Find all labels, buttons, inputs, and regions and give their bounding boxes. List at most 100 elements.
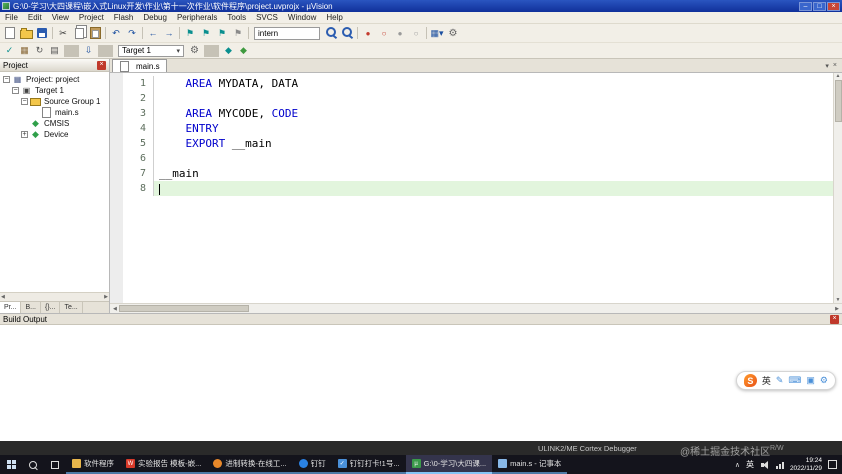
toolbox-icon[interactable]: ⚙ bbox=[820, 375, 828, 386]
tree-item-target1[interactable]: ▣ Target 1 bbox=[0, 85, 109, 96]
open-file-button[interactable] bbox=[18, 26, 34, 40]
project-panel-close-icon[interactable]: × bbox=[97, 60, 106, 70]
code-line[interactable]: 1 AREA MYDATA, DATA bbox=[110, 76, 833, 91]
scroll-left-icon[interactable]: ◀ bbox=[111, 306, 119, 312]
skin-icon[interactable]: ▣ bbox=[806, 375, 815, 386]
batch-build-button[interactable]: ▤ bbox=[47, 44, 62, 58]
build-output-close-icon[interactable]: × bbox=[830, 314, 839, 324]
tree-item-main-s[interactable]: main.s bbox=[0, 107, 109, 118]
panel-tab-books[interactable]: B... bbox=[21, 302, 41, 313]
tree-item-device[interactable]: ◆ Device bbox=[0, 129, 109, 140]
window-layout-button[interactable]: ▦▾ bbox=[429, 26, 445, 40]
bookmark-prev-button[interactable]: ⚑ bbox=[198, 26, 214, 40]
maximize-button[interactable]: □ bbox=[813, 1, 826, 11]
sogou-logo-icon[interactable]: S bbox=[743, 374, 757, 387]
hscroll-track[interactable] bbox=[118, 304, 833, 313]
volume-icon[interactable] bbox=[760, 460, 770, 470]
code-line[interactable]: 4 ENTRY bbox=[110, 121, 833, 136]
code-line[interactable]: 6 bbox=[110, 151, 833, 166]
start-button[interactable] bbox=[0, 455, 22, 474]
menu-item[interactable]: File bbox=[0, 12, 23, 24]
scroll-right-icon[interactable]: ▶ bbox=[833, 306, 841, 312]
tab-main-s[interactable]: main.s bbox=[112, 59, 167, 72]
save-button[interactable] bbox=[34, 26, 50, 40]
copy-button[interactable] bbox=[71, 26, 87, 40]
panel-tab-project[interactable]: Pr... bbox=[0, 302, 22, 313]
editor-hscrollbar[interactable]: ◀ ▶ bbox=[110, 303, 842, 313]
paste-button[interactable] bbox=[87, 26, 103, 40]
panel-tab-templates[interactable]: Te... bbox=[60, 302, 83, 313]
code-line[interactable]: 8 bbox=[110, 181, 833, 196]
taskbar-item-dingtalk-note[interactable]: ✓ 钉钉打卡!1号... bbox=[331, 455, 406, 474]
disable-all-breakpoints-button[interactable]: ● bbox=[392, 26, 408, 40]
tray-expand-icon[interactable]: ∧ bbox=[735, 461, 740, 469]
redo-button[interactable]: ↷ bbox=[124, 26, 140, 40]
hscroll-thumb[interactable] bbox=[118, 304, 249, 312]
undo-button[interactable]: ↶ bbox=[108, 26, 124, 40]
editor-body[interactable]: 1 AREA MYDATA, DATA 2 3 AREA MYCODE, CODE 4… bbox=[110, 73, 842, 303]
tab-close-icon[interactable]: × bbox=[833, 62, 837, 70]
configure-button[interactable]: ⚙ bbox=[445, 26, 461, 40]
manage-packs-button[interactable]: ◆ bbox=[236, 44, 251, 58]
find-button[interactable] bbox=[323, 26, 339, 40]
scroll-right-icon[interactable]: ▶ bbox=[104, 294, 108, 300]
cut-button[interactable]: ✂ bbox=[55, 26, 71, 40]
bookmark-next-button[interactable]: ⚑ bbox=[214, 26, 230, 40]
expand-toggle-icon[interactable] bbox=[21, 131, 28, 138]
expand-toggle-icon[interactable] bbox=[21, 120, 28, 127]
menu-item[interactable]: Debug bbox=[138, 12, 172, 24]
network-icon[interactable] bbox=[775, 461, 784, 469]
disable-breakpoint-button[interactable]: ○ bbox=[376, 26, 392, 40]
target-options-button[interactable]: ⚙ bbox=[187, 44, 202, 58]
tree-item-cmsis[interactable]: ◆ CMSIS bbox=[0, 118, 109, 129]
taskbar-item-uvision[interactable]: µ G:\0-学习\大四课... bbox=[405, 455, 493, 474]
ime-mode-toggle[interactable]: 英 bbox=[762, 374, 771, 387]
menu-item[interactable]: Help bbox=[321, 12, 347, 24]
keyboard-icon[interactable]: ⌨ bbox=[788, 375, 801, 386]
tree-item-project[interactable]: ▦ Project: project bbox=[0, 74, 109, 85]
scroll-down-icon[interactable]: ▼ bbox=[836, 297, 841, 303]
taskbar-item-notepad[interactable]: main.s - 记事本 bbox=[492, 455, 568, 474]
kill-all-breakpoints-button[interactable]: ○ bbox=[408, 26, 424, 40]
menu-item[interactable]: Edit bbox=[23, 12, 47, 24]
taskbar-item-browser[interactable]: 进制转换-在线工... bbox=[207, 455, 293, 474]
input-language-indicator[interactable]: 英 bbox=[746, 459, 754, 470]
minimize-button[interactable]: – bbox=[799, 1, 812, 11]
build-button[interactable]: ▦ bbox=[17, 44, 32, 58]
close-button[interactable]: × bbox=[827, 1, 840, 11]
find-in-files-button[interactable] bbox=[339, 26, 355, 40]
project-hscrollbar[interactable]: ◀ ▶ bbox=[0, 292, 109, 301]
code-line[interactable]: 2 bbox=[110, 91, 833, 106]
tab-list-icon[interactable]: ▾ bbox=[825, 62, 829, 70]
taskbar-item-explorer[interactable]: 软件程序 bbox=[66, 455, 120, 474]
insert-breakpoint-button[interactable]: ● bbox=[360, 26, 376, 40]
menu-item[interactable]: Tools bbox=[222, 12, 251, 24]
scroll-left-icon[interactable]: ◀ bbox=[1, 294, 5, 300]
tree-item-source-group[interactable]: Source Group 1 bbox=[0, 96, 109, 107]
expand-toggle-icon[interactable] bbox=[12, 87, 19, 94]
menu-item[interactable]: View bbox=[47, 12, 74, 24]
code-line[interactable]: 5 EXPORT __main bbox=[110, 136, 833, 151]
expand-toggle-icon[interactable] bbox=[32, 109, 39, 116]
new-file-button[interactable] bbox=[2, 26, 18, 40]
panel-tab-functions[interactable]: {}... bbox=[41, 302, 61, 313]
task-view-button[interactable] bbox=[44, 455, 66, 474]
editor-vscrollbar[interactable]: ▲ ▼ bbox=[833, 73, 842, 303]
manage-rte-button[interactable]: ◆ bbox=[221, 44, 236, 58]
search-input[interactable] bbox=[254, 26, 320, 40]
handwriting-icon[interactable]: ✎ bbox=[776, 375, 784, 386]
navigate-back-button[interactable]: ← bbox=[145, 26, 161, 40]
download-button[interactable]: ⇩ bbox=[81, 44, 96, 58]
target-select[interactable]: Target 1 ▾ bbox=[118, 44, 184, 57]
menu-item[interactable]: Flash bbox=[109, 12, 139, 24]
taskbar-item-wps[interactable]: W 实验报告 模板-嵌... bbox=[120, 455, 208, 474]
expand-toggle-icon[interactable] bbox=[21, 98, 28, 105]
tray-clock[interactable]: 19:24 2022/11/29 bbox=[790, 457, 822, 472]
code-line[interactable]: 3 AREA MYCODE, CODE bbox=[110, 106, 833, 121]
taskbar-item-dingtalk[interactable]: 钉钉 bbox=[292, 455, 332, 474]
vscroll-thumb[interactable] bbox=[834, 80, 842, 122]
code-line[interactable]: 7 __main bbox=[110, 166, 833, 181]
menu-item[interactable]: Peripherals bbox=[172, 12, 222, 24]
taskbar-search-button[interactable] bbox=[22, 455, 44, 474]
rebuild-button[interactable]: ↻ bbox=[32, 44, 47, 58]
